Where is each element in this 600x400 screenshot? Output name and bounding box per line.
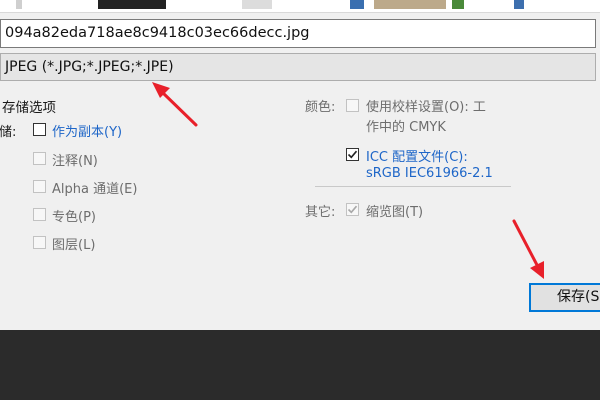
- thumbnail-image[interactable]: [514, 0, 524, 9]
- save-options-title: 存储选项: [2, 100, 56, 116]
- as-copy-label[interactable]: 作为副本(Y): [52, 121, 122, 140]
- thumbnail-label: 缩览图(T): [366, 205, 424, 220]
- checkmark-icon: [347, 205, 358, 214]
- alpha-channel-checkbox[interactable]: [33, 180, 46, 193]
- icc-profile-value: sRGB IEC61966-2.1: [366, 166, 493, 181]
- layers-label: 图层(L): [52, 238, 96, 253]
- other-label: 其它:: [305, 205, 336, 220]
- arrow-icon: [152, 82, 198, 127]
- icc-profile-checkbox[interactable]: [346, 148, 359, 161]
- checkmark-icon: [347, 150, 358, 159]
- format-select[interactable]: JPEG (*.JPG;*.JPEG;*.JPE): [0, 53, 596, 81]
- save-button[interactable]: 保存(S): [529, 283, 600, 312]
- thumbnail-image[interactable]: [350, 0, 364, 9]
- alpha-channel-label: Alpha 通道(E): [52, 182, 138, 197]
- store-label: 存储:: [0, 125, 17, 140]
- notes-checkbox[interactable]: [33, 152, 46, 165]
- thumbnail-image[interactable]: [452, 0, 464, 9]
- notes-label: 注释(N): [52, 154, 98, 169]
- thumbnail-image[interactable]: [374, 0, 446, 9]
- use-proof-setup-checkbox[interactable]: [346, 99, 359, 112]
- color-label: 颜色:: [305, 100, 336, 115]
- section-divider: [315, 186, 511, 187]
- icc-profile-label[interactable]: ICC 配置文件(C):: [366, 146, 468, 165]
- background-area: [0, 330, 600, 400]
- spot-color-label: 专色(P): [52, 210, 96, 225]
- use-proof-setup-label: 使用校样设置(O): 工: [366, 100, 486, 115]
- thumbnail-strip: [0, 0, 600, 13]
- thumbnail-image[interactable]: [98, 0, 166, 9]
- thumbnail-image[interactable]: [242, 0, 272, 9]
- filename-input[interactable]: 094a82eda718ae8c9418c03ec66decc.jpg: [0, 19, 596, 48]
- layers-checkbox[interactable]: [33, 236, 46, 249]
- arrow-icon: [512, 219, 544, 279]
- thumbnail-checkbox[interactable]: [346, 203, 359, 216]
- spot-color-checkbox[interactable]: [33, 208, 46, 221]
- thumbnail-image[interactable]: [16, 0, 22, 9]
- use-proof-setup-label-line2: 作中的 CMYK: [366, 120, 446, 135]
- as-copy-checkbox[interactable]: [33, 123, 46, 136]
